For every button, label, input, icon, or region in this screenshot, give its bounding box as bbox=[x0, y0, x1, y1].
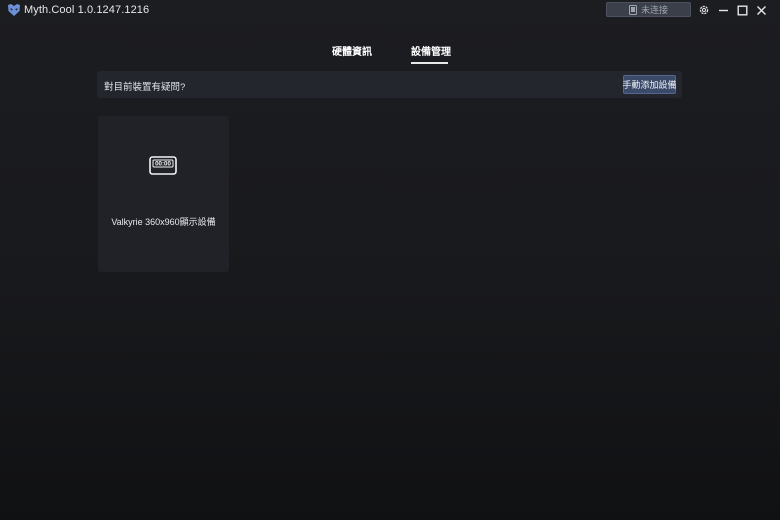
settings-gear-icon bbox=[699, 5, 709, 15]
tab-device-management[interactable]: 設備管理 bbox=[411, 43, 451, 58]
help-question-text: 對目前裝置有疑問? bbox=[104, 82, 186, 93]
lcd-screen-icon: 00:00 bbox=[149, 156, 177, 175]
app-title: Myth.Cool 1.0.1247.1216 bbox=[24, 4, 150, 16]
active-tab-indicator bbox=[411, 62, 448, 64]
lcd-screen-icon-text: 00:00 bbox=[155, 161, 171, 168]
connection-status-text: 未连接 bbox=[640, 5, 668, 15]
title-bar: Myth.Cool 1.0.1247.1216 未连接 bbox=[0, 0, 780, 22]
help-bar: 對目前裝置有疑問? 手動添加設備 bbox=[97, 71, 682, 98]
myth-cool-logo-icon bbox=[8, 4, 20, 16]
tab-bar: 硬體資訊 設備管理 bbox=[0, 43, 780, 65]
settings-button[interactable] bbox=[697, 3, 711, 17]
device-card[interactable]: 00:00 Valkyrie 360x960顯示設備 bbox=[98, 116, 229, 272]
maximize-icon bbox=[737, 5, 748, 16]
manual-add-device-button[interactable]: 手動添加設備 bbox=[623, 75, 677, 94]
tab-hardware-info[interactable]: 硬體資訊 bbox=[332, 43, 372, 58]
device-name: Valkyrie 360x960顯示設備 bbox=[111, 217, 216, 227]
connection-status-button[interactable]: 未连接 bbox=[606, 2, 691, 17]
close-button[interactable] bbox=[754, 3, 768, 17]
close-icon bbox=[756, 5, 766, 15]
minimize-icon bbox=[718, 9, 728, 11]
maximize-button[interactable] bbox=[735, 3, 749, 17]
minimize-button[interactable] bbox=[716, 3, 730, 17]
display-device-icon bbox=[628, 4, 637, 15]
